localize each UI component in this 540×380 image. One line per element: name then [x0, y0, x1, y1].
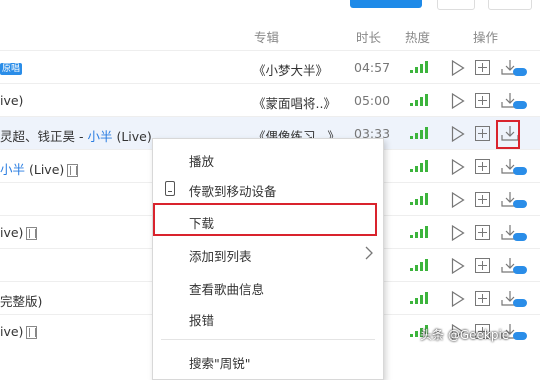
row-ops — [451, 124, 536, 144]
menu-item-report[interactable]: 报错 — [153, 302, 383, 332]
row-ops — [451, 289, 536, 309]
menu-item-label: 搜索"周锐" — [189, 356, 251, 371]
menu-item-add-to-list[interactable]: 添加到列表 — [153, 238, 383, 268]
table-header: 专辑 时长 热度 操作 — [0, 23, 540, 49]
menu-item-label: 报错 — [189, 313, 215, 328]
menu-item-label: 添加到列表 — [189, 249, 252, 264]
add-icon[interactable] — [475, 258, 490, 276]
hq-badge — [513, 101, 527, 109]
download-highlight-box — [153, 203, 377, 236]
row-ops — [451, 58, 536, 78]
add-icon[interactable] — [475, 192, 490, 210]
original-tag: 原唱 — [0, 63, 23, 75]
play-icon[interactable] — [451, 191, 465, 211]
album-link[interactable]: 《小梦大半》 — [253, 60, 328, 79]
song-title[interactable]: 完整版) — [0, 291, 42, 310]
hq-badge — [513, 200, 527, 208]
row-ops — [451, 91, 536, 111]
menu-item-label: 查看歌曲信息 — [189, 282, 265, 297]
hq-badge — [513, 266, 527, 274]
heat-bars-icon — [410, 226, 432, 241]
toolbar-button[interactable] — [488, 0, 532, 10]
duration: 05:00 — [354, 93, 391, 108]
mobile-device-icon — [164, 181, 176, 199]
column-duration[interactable]: 时长 — [356, 27, 381, 46]
mv-icon[interactable] — [67, 164, 79, 177]
song-title-text: ive) — [0, 93, 24, 108]
column-ops: 操作 — [473, 30, 499, 45]
hq-badge — [513, 332, 527, 340]
heat-bars-icon — [410, 193, 432, 208]
row-ops — [451, 157, 536, 177]
row-ops — [451, 223, 536, 243]
menu-divider — [161, 339, 375, 340]
hq-badge — [513, 167, 527, 175]
table-row[interactable]: 原唱 《小梦大半》 04:57 — [0, 50, 540, 84]
heat-bars-icon — [410, 292, 432, 307]
column-heat[interactable]: 热度 — [405, 27, 430, 46]
mv-icon[interactable] — [26, 227, 38, 240]
menu-item-search[interactable]: 搜索"周锐" — [153, 345, 383, 375]
hq-badge — [513, 68, 527, 76]
play-icon[interactable] — [451, 59, 465, 79]
chevron-right-icon — [365, 246, 373, 263]
download-icon-highlight — [496, 120, 520, 149]
hq-badge — [513, 299, 527, 307]
singer-link[interactable]: 小半 — [0, 162, 25, 177]
hq-badge — [513, 233, 527, 241]
play-icon[interactable] — [451, 224, 465, 244]
watermark: 头条 @Geekpie — [420, 328, 510, 342]
song-title-text: ive) — [0, 225, 24, 240]
play-icon[interactable] — [451, 125, 465, 145]
singer-link[interactable]: 小半 — [87, 129, 112, 144]
album-link[interactable]: 《蒙面唱将..》 — [253, 93, 336, 112]
duration: 04:57 — [354, 60, 391, 75]
menu-item-play[interactable]: 播放 — [153, 143, 383, 173]
add-icon[interactable] — [475, 291, 490, 309]
song-title-text: 完整版) — [0, 294, 43, 309]
column-album[interactable]: 专辑 — [254, 27, 279, 46]
play-icon[interactable] — [451, 92, 465, 112]
song-title[interactable]: ive) — [0, 225, 38, 240]
toolbar-button[interactable] — [437, 0, 475, 10]
song-title[interactable]: ive) — [0, 93, 23, 108]
play-icon[interactable] — [451, 257, 465, 277]
row-ops — [451, 190, 536, 210]
menu-item-transfer[interactable]: 传歌到移动设备 — [153, 173, 383, 203]
song-title[interactable]: 小半 (Live) — [0, 159, 79, 178]
play-icon[interactable] — [451, 290, 465, 310]
top-toolbar — [0, 0, 540, 16]
menu-item-song-info[interactable]: 查看歌曲信息 — [153, 271, 383, 301]
song-title-text: ive) — [0, 324, 24, 339]
play-icon[interactable] — [451, 158, 465, 178]
heat-bars-icon — [410, 127, 432, 142]
song-title-text: 灵超、钱正昊 - — [0, 129, 88, 144]
play-all-button[interactable] — [350, 0, 422, 8]
add-icon[interactable] — [475, 225, 490, 243]
mv-icon[interactable] — [26, 326, 38, 339]
add-icon[interactable] — [475, 159, 490, 177]
song-title-suffix: (Live) — [112, 129, 152, 144]
heat-bars-icon — [410, 259, 432, 274]
song-title[interactable]: 原唱 — [0, 60, 23, 76]
add-icon[interactable] — [475, 126, 490, 144]
menu-item-label: 播放 — [189, 154, 215, 169]
heat-bars-icon — [410, 94, 432, 109]
add-icon[interactable] — [475, 60, 490, 78]
table-row[interactable]: ive) 《蒙面唱将..》 05:00 — [0, 83, 540, 117]
add-icon[interactable] — [475, 93, 490, 111]
heat-bars-icon — [410, 160, 432, 175]
context-menu: 播放 传歌到移动设备 下载 添加到列表 查看歌曲信息 报错 搜索"周锐" — [152, 138, 384, 380]
row-ops — [451, 256, 536, 276]
song-title[interactable]: ive) — [0, 324, 38, 339]
menu-item-label: 传歌到移动设备 — [189, 184, 277, 199]
heat-bars-icon — [410, 61, 432, 76]
song-title-suffix: (Live) — [25, 162, 65, 177]
song-title[interactable]: 灵超、钱正昊 - 小半 (Live) — [0, 126, 152, 145]
